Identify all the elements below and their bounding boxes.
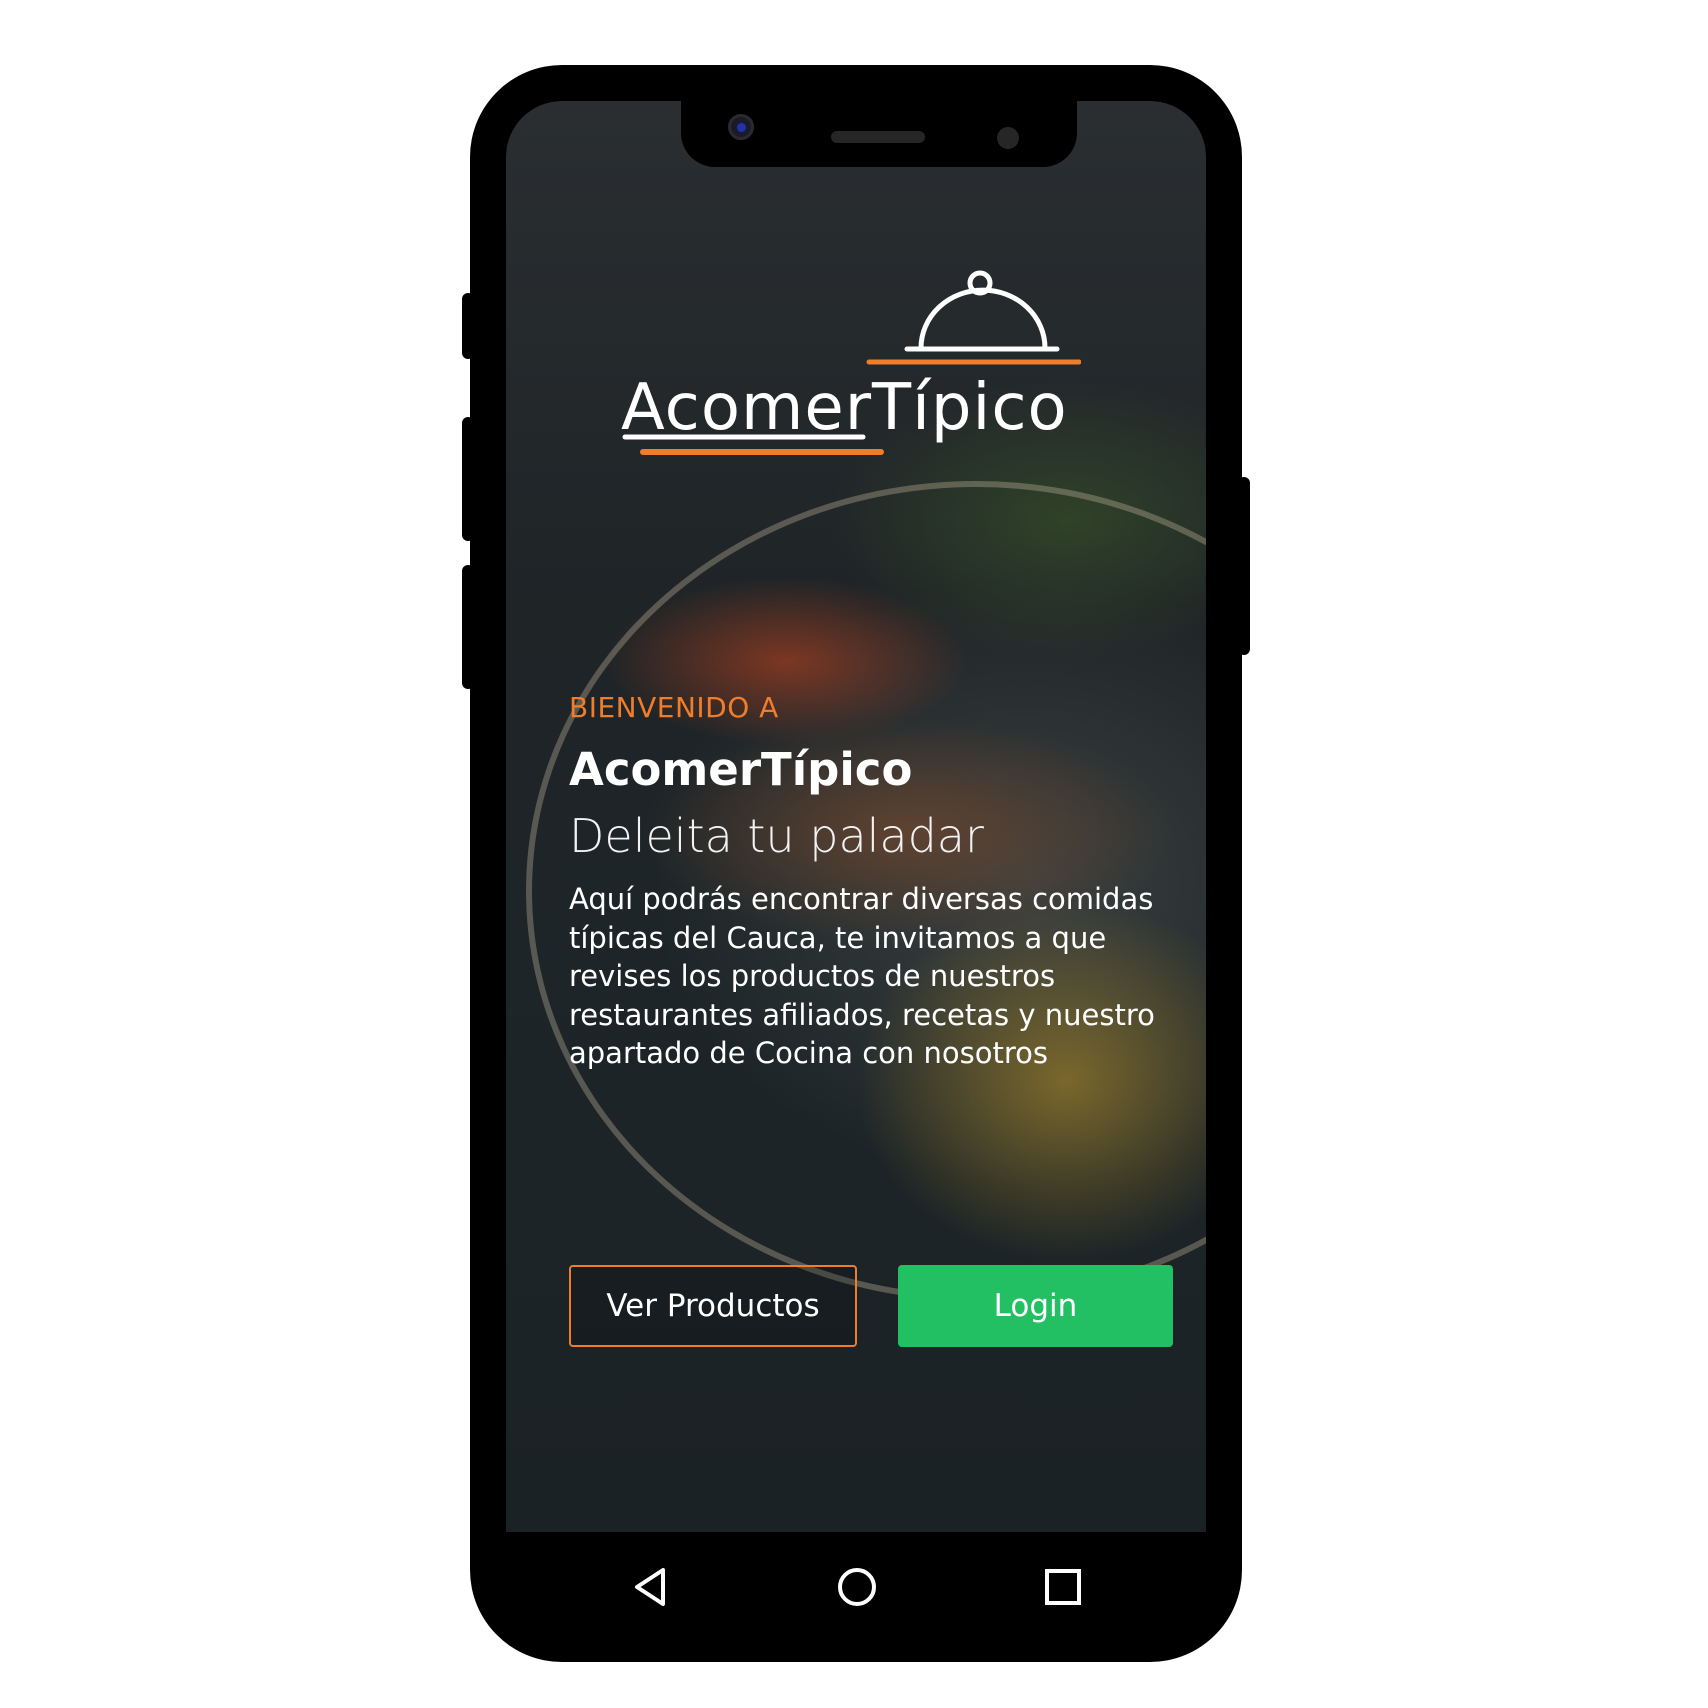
front-camera-icon xyxy=(728,114,754,140)
proximity-sensor xyxy=(997,127,1019,149)
app-logo: AcomerTípico xyxy=(621,269,1081,479)
home-icon[interactable] xyxy=(832,1562,882,1612)
volume-up-button xyxy=(462,293,474,359)
bixby-button xyxy=(462,565,474,689)
brand-title: AcomerTípico xyxy=(569,743,913,796)
back-icon[interactable] xyxy=(627,1562,677,1612)
login-button[interactable]: Login xyxy=(898,1265,1173,1347)
power-button xyxy=(1238,477,1250,655)
welcome-label: BIENVENIDO A xyxy=(569,691,779,724)
logo-wordmark: AcomerTípico xyxy=(621,371,1068,445)
recents-icon[interactable] xyxy=(1038,1562,1088,1612)
phone-frame: AcomerTípico BIENVENIDO A AcomerTípico D… xyxy=(462,65,1250,1662)
earpiece-speaker xyxy=(831,131,925,143)
welcome-description: Aquí podrás encontrar diversas comidas t… xyxy=(569,882,1155,1070)
tagline: Deleita tu paladar xyxy=(569,809,984,863)
app-screen: AcomerTípico BIENVENIDO A AcomerTípico D… xyxy=(506,101,1206,1532)
android-navigation-bar xyxy=(470,1532,1242,1662)
volume-down-button xyxy=(462,417,474,541)
notch xyxy=(681,101,1077,167)
view-products-button[interactable]: Ver Productos xyxy=(569,1265,857,1347)
